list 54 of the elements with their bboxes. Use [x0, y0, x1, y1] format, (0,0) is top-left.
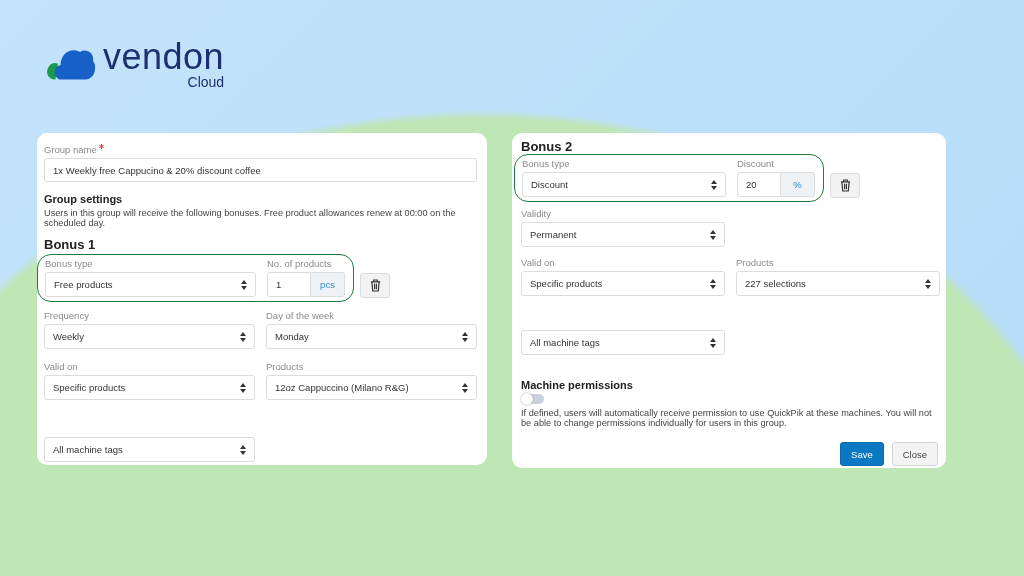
unit-addon: pcs: [311, 272, 345, 297]
sort-arrows-icon: [240, 382, 246, 393]
field-label: Frequency: [44, 310, 90, 322]
select-field[interactable]: Specific products: [44, 375, 255, 400]
sort-arrows-icon: [711, 179, 717, 190]
close-button[interactable]: Close: [891, 442, 938, 466]
field-label: Group name: [44, 144, 97, 155]
select-field[interactable]: 12oz Cappuccino (Milano R&G): [266, 375, 477, 400]
field-label: Discount: [737, 158, 775, 170]
field-label: No. of products: [267, 258, 333, 270]
sort-arrows-icon: [710, 337, 716, 348]
unit-addon: %: [781, 172, 815, 197]
section-description: Users in this group will receive the following bonuses. Free product allowances renew at 00:00 on the scheduled day.: [44, 208, 457, 228]
select-field[interactable]: All machine tags: [44, 437, 255, 462]
field-label: Bonus type: [45, 258, 94, 270]
trash-icon: [369, 279, 381, 292]
delete-button[interactable]: [830, 173, 860, 198]
select-field[interactable]: Permanent: [521, 222, 725, 247]
select-field[interactable]: All machine tags: [521, 330, 725, 355]
sort-arrows-icon: [240, 444, 246, 455]
brand-name: vendon: [103, 40, 225, 74]
sort-arrows-icon: [240, 331, 246, 342]
save-button[interactable]: Save: [840, 442, 884, 466]
trash-icon: [839, 179, 851, 192]
select-field[interactable]: Free products: [45, 272, 256, 297]
number-field[interactable]: 1: [267, 272, 311, 297]
field-label: Validity: [521, 208, 552, 220]
bonus-title: Bonus 2: [521, 139, 574, 154]
sort-arrows-icon: [710, 278, 716, 289]
group-name-field[interactable]: 1x Weekly free Cappucino & 20% discount coffee: [44, 158, 477, 182]
field-label: Bonus type: [522, 158, 571, 170]
select-field[interactable]: Monday: [266, 324, 477, 349]
field-label: Valid on: [44, 361, 79, 373]
select-field[interactable]: Specific products: [521, 271, 725, 296]
section-title: Group settings: [44, 193, 124, 205]
select-field[interactable]: Weekly: [44, 324, 255, 349]
field-label: Day of the week: [266, 310, 336, 322]
section-title: Machine permissions: [521, 379, 634, 391]
field-label: Products: [266, 361, 305, 373]
select-field[interactable]: 227 selections: [736, 271, 940, 296]
sort-arrows-icon: [241, 279, 247, 290]
sort-arrows-icon: [462, 331, 468, 342]
number-field[interactable]: 20: [737, 172, 781, 197]
sort-arrows-icon: [925, 278, 931, 289]
delete-button[interactable]: [360, 273, 390, 298]
field-label: Products: [736, 257, 775, 269]
section-description: If defined, users will automatically receive permission to use QuickPik at these machines. You will not be able to change permissions individually for users in this group.: [521, 408, 933, 428]
bonus-title: Bonus 1: [44, 237, 97, 252]
sort-arrows-icon: [710, 229, 716, 240]
toggle-switch[interactable]: [522, 394, 544, 404]
field-label: Valid on: [521, 257, 556, 269]
select-field[interactable]: Discount: [522, 172, 726, 197]
brand-subtitle: Cloud: [187, 74, 225, 90]
sort-arrows-icon: [462, 382, 468, 393]
